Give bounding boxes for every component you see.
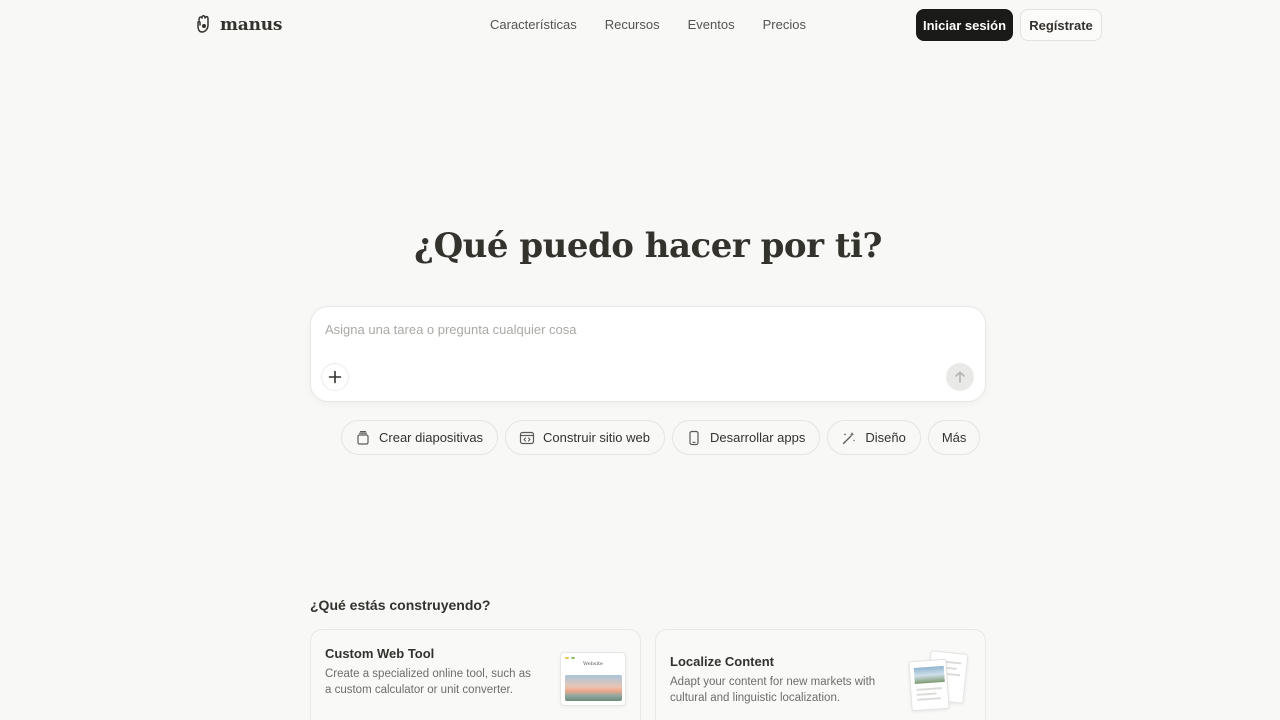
card-description: Adapt your content for new markets with … — [670, 676, 876, 704]
mobile-icon — [689, 430, 699, 445]
documents-thumbnail — [908, 650, 970, 714]
window-dots — [565, 657, 575, 659]
thumbnail-title: Website — [582, 661, 604, 667]
chip-label: Diseño — [865, 430, 906, 445]
website-thumbnail: Website — [560, 652, 626, 706]
card-title: Localize Content — [670, 654, 775, 669]
attach-button[interactable] — [321, 363, 349, 391]
chip-construir-sitio-web[interactable]: Construir sitio web — [505, 420, 665, 455]
nav-item-caracteristicas[interactable]: Características — [490, 17, 577, 32]
plus-icon — [328, 370, 342, 384]
main-nav: Características Recursos Eventos Precios — [490, 17, 806, 32]
card-title: Custom Web Tool — [325, 646, 435, 661]
top-header: manus Características Recursos Eventos P… — [0, 0, 1280, 50]
chip-mas[interactable]: Más — [927, 420, 981, 455]
manus-hand-icon — [197, 15, 209, 33]
task-input[interactable] — [325, 319, 945, 339]
template-card-custom-web-tool[interactable]: Custom Web Tool Create a specialized onl… — [310, 629, 641, 720]
logo-text: manus — [220, 15, 283, 35]
magic-wand-icon — [843, 431, 856, 444]
nav-item-recursos[interactable]: Recursos — [605, 17, 660, 32]
section-title: ¿Qué estás construyendo? — [310, 597, 491, 613]
signup-button[interactable]: Regístrate — [1020, 9, 1102, 41]
card-description: Create a specialized online tool, such a… — [325, 668, 531, 696]
task-composer — [310, 306, 986, 402]
manus-logo[interactable]: manus — [195, 13, 282, 37]
login-button[interactable]: Iniciar sesión — [916, 9, 1013, 41]
slides-icon — [357, 430, 369, 445]
nav-item-precios[interactable]: Precios — [763, 17, 806, 32]
quick-actions: Crear diapositivas Construir sitio web D… — [341, 420, 981, 455]
send-button[interactable] — [946, 363, 974, 391]
chip-label: Desarrollar apps — [709, 430, 806, 445]
code-window-icon — [519, 431, 535, 444]
nav-item-eventos[interactable]: Eventos — [688, 17, 735, 32]
document-page-front — [908, 658, 950, 712]
chip-label: Crear diapositivas — [379, 430, 484, 445]
chip-desarrollar-apps[interactable]: Desarrollar apps — [671, 420, 821, 455]
sunset-image — [565, 675, 622, 701]
chip-diseno[interactable]: Diseño — [827, 420, 921, 455]
template-card-localize-content[interactable]: Localize Content Adapt your content for … — [655, 629, 986, 720]
arrow-up-icon — [955, 371, 965, 383]
chip-label: Más — [941, 430, 967, 445]
hero-title: ¿Qué puedo hacer por ti? — [414, 226, 882, 266]
chip-label: Construir sitio web — [543, 430, 650, 445]
chip-crear-diapositivas[interactable]: Crear diapositivas — [341, 420, 499, 455]
